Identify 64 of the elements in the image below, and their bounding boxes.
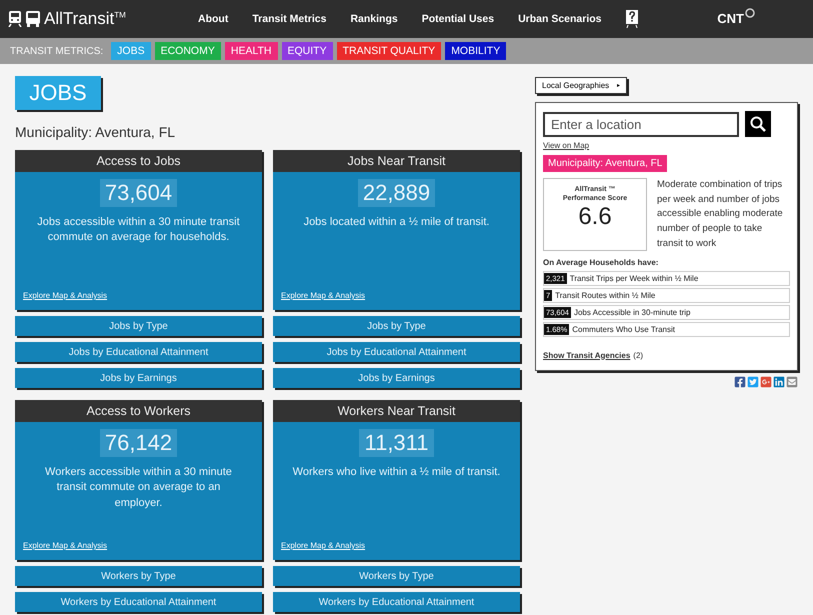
agencies-count: (2) xyxy=(633,350,644,360)
breakdown-button[interactable]: Workers by Educational Attainment xyxy=(15,592,262,612)
card-title: Access to Jobs xyxy=(15,150,262,172)
metrics-label: TRANSIT METRICS: xyxy=(10,46,104,56)
metric-value: 22,889 xyxy=(358,179,436,207)
metric-tab[interactable]: EQUITY xyxy=(282,42,333,60)
place-tag: Municipality: Aventura, FL xyxy=(543,155,668,172)
score-value: 6.6 xyxy=(578,203,612,232)
explore-link[interactable]: Explore Map & Analysis xyxy=(281,541,520,550)
email-icon[interactable] xyxy=(786,376,798,388)
metric-tab[interactable]: JOBS xyxy=(111,42,151,60)
nav-link[interactable]: Rankings xyxy=(350,13,398,25)
location-field[interactable]: Enter a location xyxy=(543,112,739,136)
card-title: Access to Workers xyxy=(15,400,262,422)
brand-name: AllTransit$^{TM}$ xyxy=(44,9,126,29)
metric-description: Workers accessible within a 30 minute transit commute on average to an employer. xyxy=(44,465,233,511)
explore-link[interactable]: Explore Map & Analysis xyxy=(23,291,262,300)
card-title: Workers Near Transit xyxy=(273,400,520,422)
stat-label: Jobs Accessible in 30-minute trip xyxy=(574,308,690,317)
metric-description: Jobs located within a ½ mile of transit. xyxy=(302,215,490,230)
view-on-map-link[interactable]: View on Map xyxy=(543,141,790,150)
breakdown-button[interactable]: Jobs by Earnings xyxy=(15,368,262,388)
linkedin-icon[interactable] xyxy=(773,376,785,388)
score-description: Moderate combination of trips per week and number of jobs accessible enabling moderate number of people to take transit to work xyxy=(657,178,784,251)
metric-tab[interactable]: HEALTH xyxy=(224,42,278,60)
nav-link[interactable]: Potential Uses xyxy=(422,13,494,25)
bus-icon xyxy=(25,11,41,27)
place-heading: Municipality: Aventura, FL xyxy=(15,124,176,140)
metric-tab[interactable]: ECONOMY xyxy=(154,42,221,60)
breakdown-button[interactable]: Jobs by Earnings xyxy=(273,368,520,388)
metric-description: Workers who live within a ½ mile of transit. xyxy=(292,465,502,480)
breakdown-button[interactable]: Jobs by Educational Attainment xyxy=(15,342,262,362)
metric-value: 11,311 xyxy=(359,429,434,457)
google-plus-icon[interactable] xyxy=(760,376,772,388)
metric-value: 76,142 xyxy=(100,429,178,457)
breakdown-button[interactable]: Workers by Type xyxy=(15,566,262,586)
breakdown-button[interactable]: Jobs by Type xyxy=(273,316,520,336)
breakdown-button[interactable]: Workers by Educational Attainment xyxy=(273,592,520,612)
breakdown-button[interactable]: Jobs by Type xyxy=(15,316,262,336)
stats-heading: On Average Households have: xyxy=(543,258,660,267)
stat-label: Commuters Who Use Transit xyxy=(572,324,675,334)
twitter-icon[interactable] xyxy=(747,376,759,388)
breakdown-button[interactable]: Jobs by Educational Attainment xyxy=(273,342,520,362)
help-icon[interactable] xyxy=(626,10,638,28)
facebook-icon[interactable] xyxy=(734,376,746,388)
search-icon xyxy=(750,116,766,132)
agencies-link[interactable]: Show Transit Agencies xyxy=(543,350,630,360)
breakdown-button[interactable]: Workers by Type xyxy=(273,566,520,586)
nav-link[interactable]: Urban Scenarios xyxy=(518,13,602,25)
metric-tab[interactable]: MOBILITY xyxy=(445,42,506,60)
metric-tab[interactable]: TRANSIT QUALITY xyxy=(336,42,442,60)
nav-link[interactable]: Transit Metrics xyxy=(252,13,326,25)
stat-label: Transit Routes within ½ Mile xyxy=(555,290,656,300)
explore-link[interactable]: Explore Map & Analysis xyxy=(23,541,262,550)
metric-value: 73,604 xyxy=(100,179,178,207)
explore-link[interactable]: Explore Map & Analysis xyxy=(281,291,520,300)
nav-link[interactable]: About xyxy=(198,13,228,25)
stat-label: Transit Trips per Week within ½ Mile xyxy=(570,274,698,283)
metric-description: Jobs accessible within a 30 minute transit commute on average for households. xyxy=(36,215,241,246)
search-button[interactable] xyxy=(745,111,771,137)
page-title: JOBS xyxy=(15,76,101,110)
card-title: Jobs Near Transit xyxy=(273,150,520,172)
train-icon xyxy=(8,11,22,27)
partner-logo[interactable]: CNT xyxy=(717,10,755,28)
